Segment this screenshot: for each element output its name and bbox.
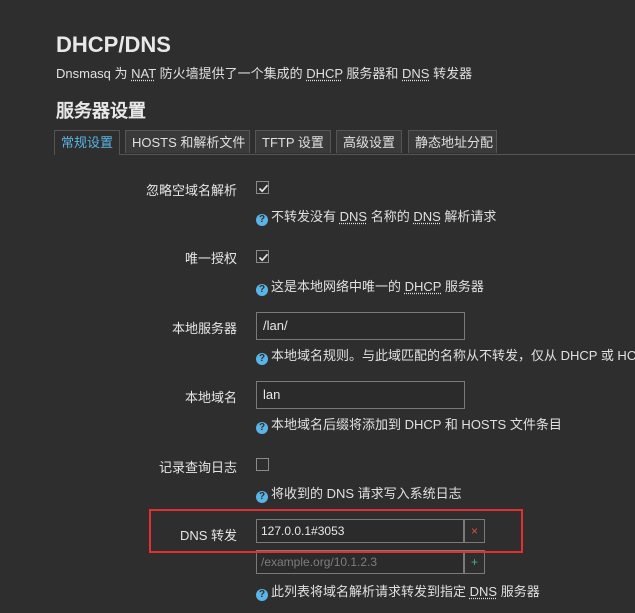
abbr-dns: DNS (469, 584, 498, 599)
local-domain-label: 本地域名 (184, 390, 237, 405)
tab-tftp[interactable]: TFTP 设置 (255, 130, 331, 153)
log-queries-help: ? 将收到的 DNS 请求写入系统日志 (256, 483, 462, 503)
local-server-input[interactable]: /lan/ (256, 312, 465, 340)
description-text: Dnsmasq 为 (56, 66, 132, 81)
dns-forward-new-input[interactable]: /example.org/10.1.2.3 (256, 550, 464, 574)
help-text: 解析请求 (440, 209, 497, 224)
abbr-nat: NAT (131, 66, 156, 81)
question-circle-icon: ? (256, 491, 268, 503)
question-circle-icon: ? (256, 214, 268, 226)
question-circle-icon: ? (256, 589, 268, 601)
local-server-label: 本地服务器 (171, 321, 237, 336)
domain-needed-checkbox[interactable] (256, 181, 269, 194)
abbr-dhcp: DHCP (404, 279, 442, 294)
question-circle-icon: ? (256, 422, 268, 434)
help-text: 服务器 (497, 584, 540, 599)
help-text: 名称的 (367, 209, 414, 224)
tab-advanced[interactable]: 高级设置 (336, 130, 402, 153)
description-text: 防火墙提供了一个集成的 (155, 66, 307, 81)
help-text: 服务器 (441, 279, 484, 294)
highlight-annotation-box (149, 509, 523, 553)
tab-static-leases[interactable]: 静态地址分配 (408, 130, 497, 153)
question-circle-icon: ? (256, 353, 268, 365)
description-text: 转发器 (429, 66, 473, 81)
authoritative-checkbox[interactable] (256, 250, 269, 263)
tab-hosts[interactable]: HOSTS 和解析文件 (125, 130, 250, 153)
abbr-dns: DNS (402, 66, 430, 81)
authoritative-help: ? 这是本地网络中唯一的 DHCP 服务器 (256, 276, 484, 296)
tab-general[interactable]: 常规设置 (54, 130, 120, 155)
help-text: 不转发没有 (271, 209, 340, 224)
description-text: 服务器和 (342, 66, 403, 81)
help-text: 此列表将域名解析请求转发到指定 (271, 584, 470, 599)
help-text: 这是本地网络中唯一的 (271, 279, 405, 294)
tab-bar: 常规设置 HOSTS 和解析文件 TFTP 设置 高级设置 静态地址分配 (54, 130, 635, 155)
section-title: 服务器设置 (56, 101, 146, 121)
log-queries-checkbox[interactable] (256, 458, 269, 471)
help-text: 将收到的 DNS 请求写入系统日志 (271, 486, 462, 501)
authoritative-label: 唯一授权 (184, 251, 237, 266)
abbr-dhcp: DHCP (306, 66, 343, 81)
page-description: Dnsmasq 为 NAT 防火墙提供了一个集成的 DHCP 服务器和 DNS … (56, 63, 472, 82)
help-text: 本地域名后缀将添加到 DHCP 和 HOSTS 文件条目 (271, 417, 562, 432)
dns-forward-help: ? 此列表将域名解析请求转发到指定 DNS 服务器 (256, 581, 540, 601)
abbr-dns: DNS (339, 209, 368, 224)
domain-needed-help: ? 不转发没有 DNS 名称的 DNS 解析请求 (256, 206, 496, 226)
dns-forward-add-button[interactable]: + (464, 550, 485, 574)
checkmark-icon (258, 184, 269, 193)
question-circle-icon: ? (256, 284, 268, 296)
domain-needed-label: 忽略空域名解析 (145, 183, 237, 198)
log-queries-label: 记录查询日志 (158, 460, 237, 475)
abbr-dns: DNS (413, 209, 441, 224)
local-domain-help: ? 本地域名后缀将添加到 DHCP 和 HOSTS 文件条目 (256, 414, 562, 434)
local-server-help: ? 本地域名规则。与此域匹配的名称从不转发，仅从 DHCP 或 HOSTS (256, 345, 635, 365)
page-title: DHCP/DNS (56, 32, 171, 57)
help-text: 本地域名规则。与此域匹配的名称从不转发，仅从 DHCP 或 HOSTS (271, 348, 635, 363)
local-domain-input[interactable]: lan (256, 381, 465, 409)
checkmark-icon (258, 253, 269, 262)
